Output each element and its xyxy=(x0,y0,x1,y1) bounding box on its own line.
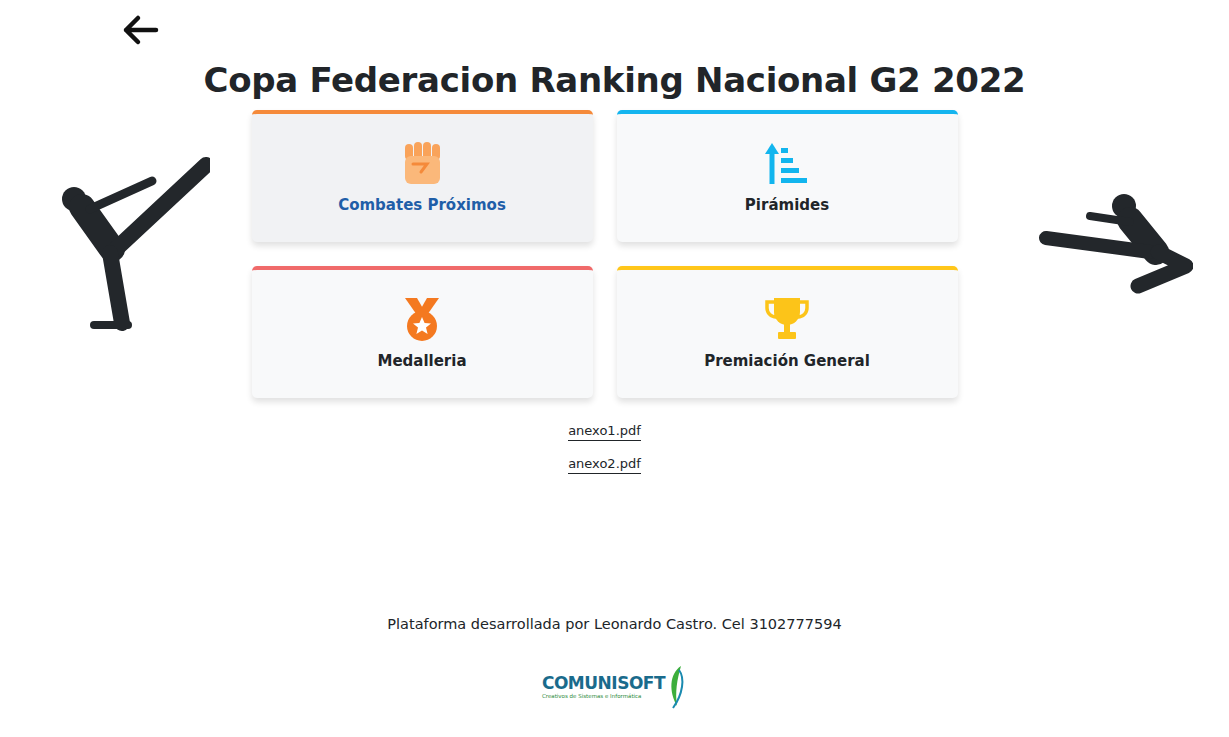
trophy-icon xyxy=(764,296,810,342)
sort-up-icon xyxy=(764,140,810,186)
tile-label: Pirámides xyxy=(627,194,948,217)
right-decoration xyxy=(958,102,1229,474)
medal-icon xyxy=(399,296,445,342)
credit-text: Plataforma desarrollada por Leonardo Cas… xyxy=(0,614,1229,634)
file-link[interactable]: anexo2.pdf xyxy=(568,455,641,474)
menu-tile[interactable]: Pirámides xyxy=(617,110,958,242)
main-area: Combates Próximos Pirámides Medalleria Prem… xyxy=(0,102,1229,474)
tile-label: Medalleria xyxy=(262,350,583,373)
menu-tile[interactable]: Premiación General xyxy=(617,266,958,398)
back-arrow-icon[interactable] xyxy=(120,14,162,46)
karate-kick-icon xyxy=(60,157,210,332)
flying-kick-icon xyxy=(1038,190,1193,300)
fist-icon xyxy=(399,140,445,186)
swoosh-icon xyxy=(667,664,687,710)
menu-tile[interactable]: Combates Próximos xyxy=(252,110,593,242)
tile-label: Premiación General xyxy=(627,350,948,373)
footer: Plataforma desarrollada por Leonardo Cas… xyxy=(0,614,1229,710)
file-list: anexo1.pdf anexo2.pdf xyxy=(252,422,958,474)
menu-tile[interactable]: Medalleria xyxy=(252,266,593,398)
logo-text: COMUNISOFT Creativos de Sistemas e Inform… xyxy=(542,675,665,700)
top-bar xyxy=(0,0,1229,58)
page-title: Copa Federacion Ranking Nacional G2 2022 xyxy=(0,58,1229,102)
left-decoration xyxy=(0,102,252,474)
menu-grid: Combates Próximos Pirámides Medalleria Prem… xyxy=(252,110,958,398)
tile-label: Combates Próximos xyxy=(262,194,583,217)
file-link[interactable]: anexo1.pdf xyxy=(568,422,641,441)
menu-area: Combates Próximos Pirámides Medalleria Prem… xyxy=(252,102,958,474)
logo-name: COMUNISOFT xyxy=(542,675,665,692)
logo-tagline: Creativos de Sistemas e Informática xyxy=(542,694,665,700)
company-logo: COMUNISOFT Creativos de Sistemas e Inform… xyxy=(542,664,687,710)
